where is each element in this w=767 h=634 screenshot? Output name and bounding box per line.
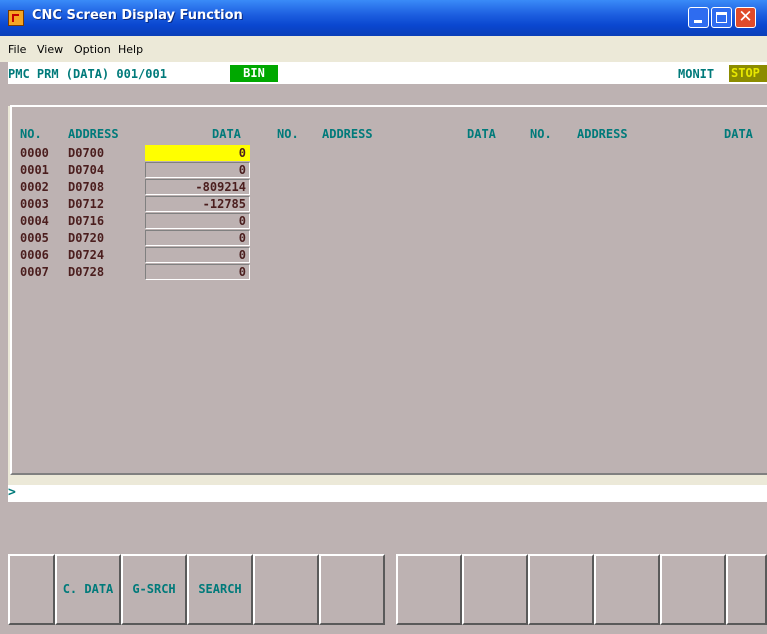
input-prompt: > [8, 485, 16, 500]
menu-file[interactable]: File [8, 43, 26, 56]
softkey-g-srch[interactable]: G-SRCH [121, 554, 187, 625]
softkey-next[interactable] [726, 554, 767, 625]
menu-help[interactable]: Help [118, 43, 143, 56]
table-row: 0003 D0712 -12785 [12, 196, 752, 212]
row-address: D0724 [68, 248, 105, 262]
maximize-button[interactable] [711, 7, 732, 28]
header-address-1: ADDRESS [68, 127, 119, 141]
table-row: 0001 D0704 0 [12, 162, 752, 178]
row-address: D0728 [68, 265, 105, 279]
menu-bar: File View Option Help [0, 36, 767, 62]
data-field[interactable]: 0 [145, 162, 250, 178]
table-row: 0005 D0720 0 [12, 230, 752, 246]
mode-indicator: MONIT [678, 67, 715, 81]
softkey-bar: C. DATA G-SRCH SEARCH [0, 554, 767, 625]
menu-view[interactable]: View [37, 43, 63, 56]
state-badge: STOP [729, 65, 767, 82]
screen-title: PMC PRM (DATA) 001/001 [8, 67, 167, 81]
row-address: D0720 [68, 231, 105, 245]
softkey-5[interactable] [253, 554, 319, 625]
row-no: 0001 [20, 163, 49, 177]
title-bar[interactable]: CNC Screen Display Function ✕ [0, 0, 767, 36]
header-address-2: ADDRESS [322, 127, 373, 141]
softkey-9[interactable] [528, 554, 594, 625]
header-data-1: DATA [212, 127, 241, 141]
row-no: 0003 [20, 197, 49, 211]
table-row: 0002 D0708 -809214 [12, 179, 752, 195]
table-row: 0000 D0700 0 [12, 145, 752, 161]
data-field[interactable]: -809214 [145, 179, 250, 195]
header-data-2: DATA [467, 127, 496, 141]
row-no: 0000 [20, 146, 49, 160]
row-no: 0006 [20, 248, 49, 262]
data-field-selected[interactable]: 0 [145, 145, 250, 161]
minimize-button[interactable] [688, 7, 709, 28]
data-field[interactable]: 0 [145, 247, 250, 263]
table-row: 0006 D0724 0 [12, 247, 752, 263]
softkey-search[interactable]: SEARCH [187, 554, 253, 625]
softkey-11[interactable] [660, 554, 726, 625]
menu-option[interactable]: Option [74, 43, 111, 56]
softkey-10[interactable] [594, 554, 660, 625]
softkey-8[interactable] [462, 554, 528, 625]
format-badge: BIN [230, 65, 278, 82]
header-address-3: ADDRESS [577, 127, 628, 141]
softkey-c-data[interactable]: C. DATA [55, 554, 121, 625]
table-row: 0004 D0716 0 [12, 213, 752, 229]
row-address: D0716 [68, 214, 105, 228]
row-no: 0004 [20, 214, 49, 228]
parameter-panel: NO. ADDRESS DATA NO. ADDRESS DATA NO. AD… [10, 105, 767, 475]
data-field[interactable]: 0 [145, 264, 250, 280]
header-data-3: DATA [724, 127, 753, 141]
header-no-3: NO. [530, 127, 552, 141]
table-row: 0007 D0728 0 [12, 264, 752, 280]
close-button[interactable]: ✕ [735, 7, 756, 28]
app-icon [8, 10, 24, 26]
panel-top-strip [8, 84, 767, 106]
row-address: D0712 [68, 197, 105, 211]
row-no: 0005 [20, 231, 49, 245]
header-no-2: NO. [277, 127, 299, 141]
data-field[interactable]: 0 [145, 213, 250, 229]
header-no-1: NO. [20, 127, 42, 141]
row-address: D0708 [68, 180, 105, 194]
window-title: CNC Screen Display Function [32, 8, 243, 23]
close-icon: ✕ [738, 7, 753, 27]
row-no: 0002 [20, 180, 49, 194]
data-field[interactable]: -12785 [145, 196, 250, 212]
row-address: D0704 [68, 163, 105, 177]
softkey-6[interactable] [319, 554, 385, 625]
row-no: 0007 [20, 265, 49, 279]
row-address: D0700 [68, 146, 105, 160]
status-line: PMC PRM (DATA) 001/001 BIN MONIT STOP [0, 62, 767, 84]
data-field[interactable]: 0 [145, 230, 250, 246]
softkey-return[interactable] [8, 554, 55, 625]
key-input-line[interactable]: > [8, 485, 767, 502]
softkey-7[interactable] [396, 554, 462, 625]
